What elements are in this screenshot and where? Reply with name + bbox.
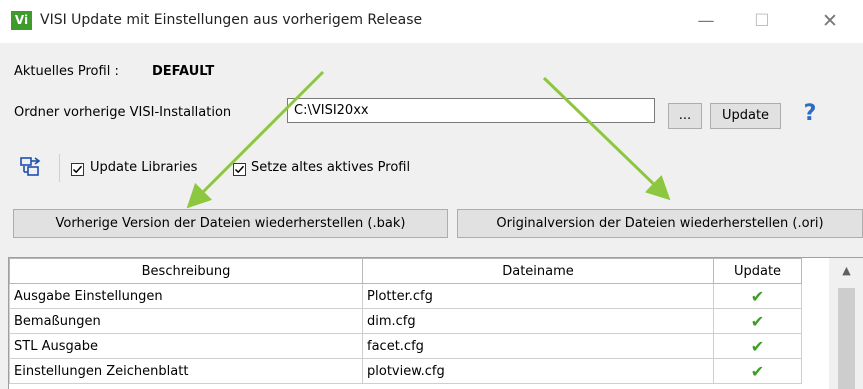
column-header-update[interactable]: Update bbox=[713, 258, 802, 284]
column-header-description[interactable]: Beschreibung bbox=[9, 258, 363, 284]
close-button[interactable]: ✕ bbox=[810, 6, 850, 36]
table-row[interactable]: Bemaßungen dim.cfg ✔ bbox=[9, 308, 802, 334]
profile-value: DEFAULT bbox=[152, 64, 215, 79]
row-filename: facet.cfg bbox=[362, 333, 714, 359]
table-header-row: Beschreibung Dateiname Update bbox=[9, 258, 802, 284]
row-description: Ausgabe Einstellungen bbox=[9, 283, 363, 309]
scroll-thumb[interactable] bbox=[838, 288, 855, 389]
update-check-icon[interactable]: ✔ bbox=[713, 333, 802, 359]
set-old-profile-checkbox[interactable] bbox=[233, 163, 246, 176]
toolbar-divider bbox=[59, 154, 60, 182]
row-description: Bemaßungen bbox=[9, 308, 363, 334]
window-title: VISI Update mit Einstellungen aus vorher… bbox=[40, 12, 423, 28]
row-filename: dim.cfg bbox=[362, 308, 714, 334]
update-check-icon[interactable]: ✔ bbox=[713, 283, 802, 309]
maximize-button[interactable]: ☐ bbox=[742, 6, 782, 36]
export-settings-icon[interactable] bbox=[20, 157, 42, 177]
folder-label: Ordner vorherige VISI-Installation bbox=[14, 105, 232, 120]
update-check-icon[interactable]: ✔ bbox=[713, 358, 802, 384]
update-libraries-checkbox[interactable] bbox=[71, 163, 84, 176]
table-row[interactable]: Einstellungen Zeichenblatt plotview.cfg … bbox=[9, 358, 802, 384]
update-check-icon[interactable]: ✔ bbox=[713, 308, 802, 334]
arrow-annotation bbox=[186, 70, 325, 209]
checkmark-icon bbox=[72, 165, 83, 174]
title-bar: Vi VISI Update mit Einstellungen aus vor… bbox=[0, 0, 863, 43]
row-filename: plotview.cfg bbox=[362, 358, 714, 384]
scroll-up-icon[interactable]: ▲ bbox=[829, 258, 863, 282]
column-header-filename[interactable]: Dateiname bbox=[362, 258, 714, 284]
table-row[interactable]: STL Ausgabe facet.cfg ✔ bbox=[9, 333, 802, 359]
browse-button[interactable]: ... bbox=[668, 103, 702, 129]
profile-label: Aktuelles Profil : bbox=[14, 64, 119, 79]
checkmark-icon bbox=[234, 165, 245, 174]
help-icon[interactable]: ? bbox=[800, 102, 820, 126]
set-old-profile-label[interactable]: Setze altes aktives Profil bbox=[251, 160, 410, 175]
app-logo-icon: Vi bbox=[11, 11, 32, 30]
minimize-button[interactable]: — bbox=[686, 6, 726, 36]
table-row[interactable]: Ausgabe Einstellungen Plotter.cfg ✔ bbox=[9, 283, 802, 309]
restore-ori-button[interactable]: Originalversion der Dateien wiederherste… bbox=[457, 209, 863, 238]
update-button[interactable]: Update bbox=[710, 103, 781, 129]
row-filename: Plotter.cfg bbox=[362, 283, 714, 309]
row-description: STL Ausgabe bbox=[9, 333, 363, 359]
restore-bak-button[interactable]: Vorherige Version der Dateien wiederhers… bbox=[13, 209, 448, 238]
folder-path-input[interactable] bbox=[287, 98, 655, 123]
arrow-annotation bbox=[542, 76, 671, 201]
vertical-scrollbar[interactable]: ▲ bbox=[829, 258, 863, 389]
update-libraries-label[interactable]: Update Libraries bbox=[90, 160, 197, 175]
row-description: Einstellungen Zeichenblatt bbox=[9, 358, 363, 384]
settings-table: Beschreibung Dateiname Update Ausgabe Ei… bbox=[8, 257, 863, 389]
